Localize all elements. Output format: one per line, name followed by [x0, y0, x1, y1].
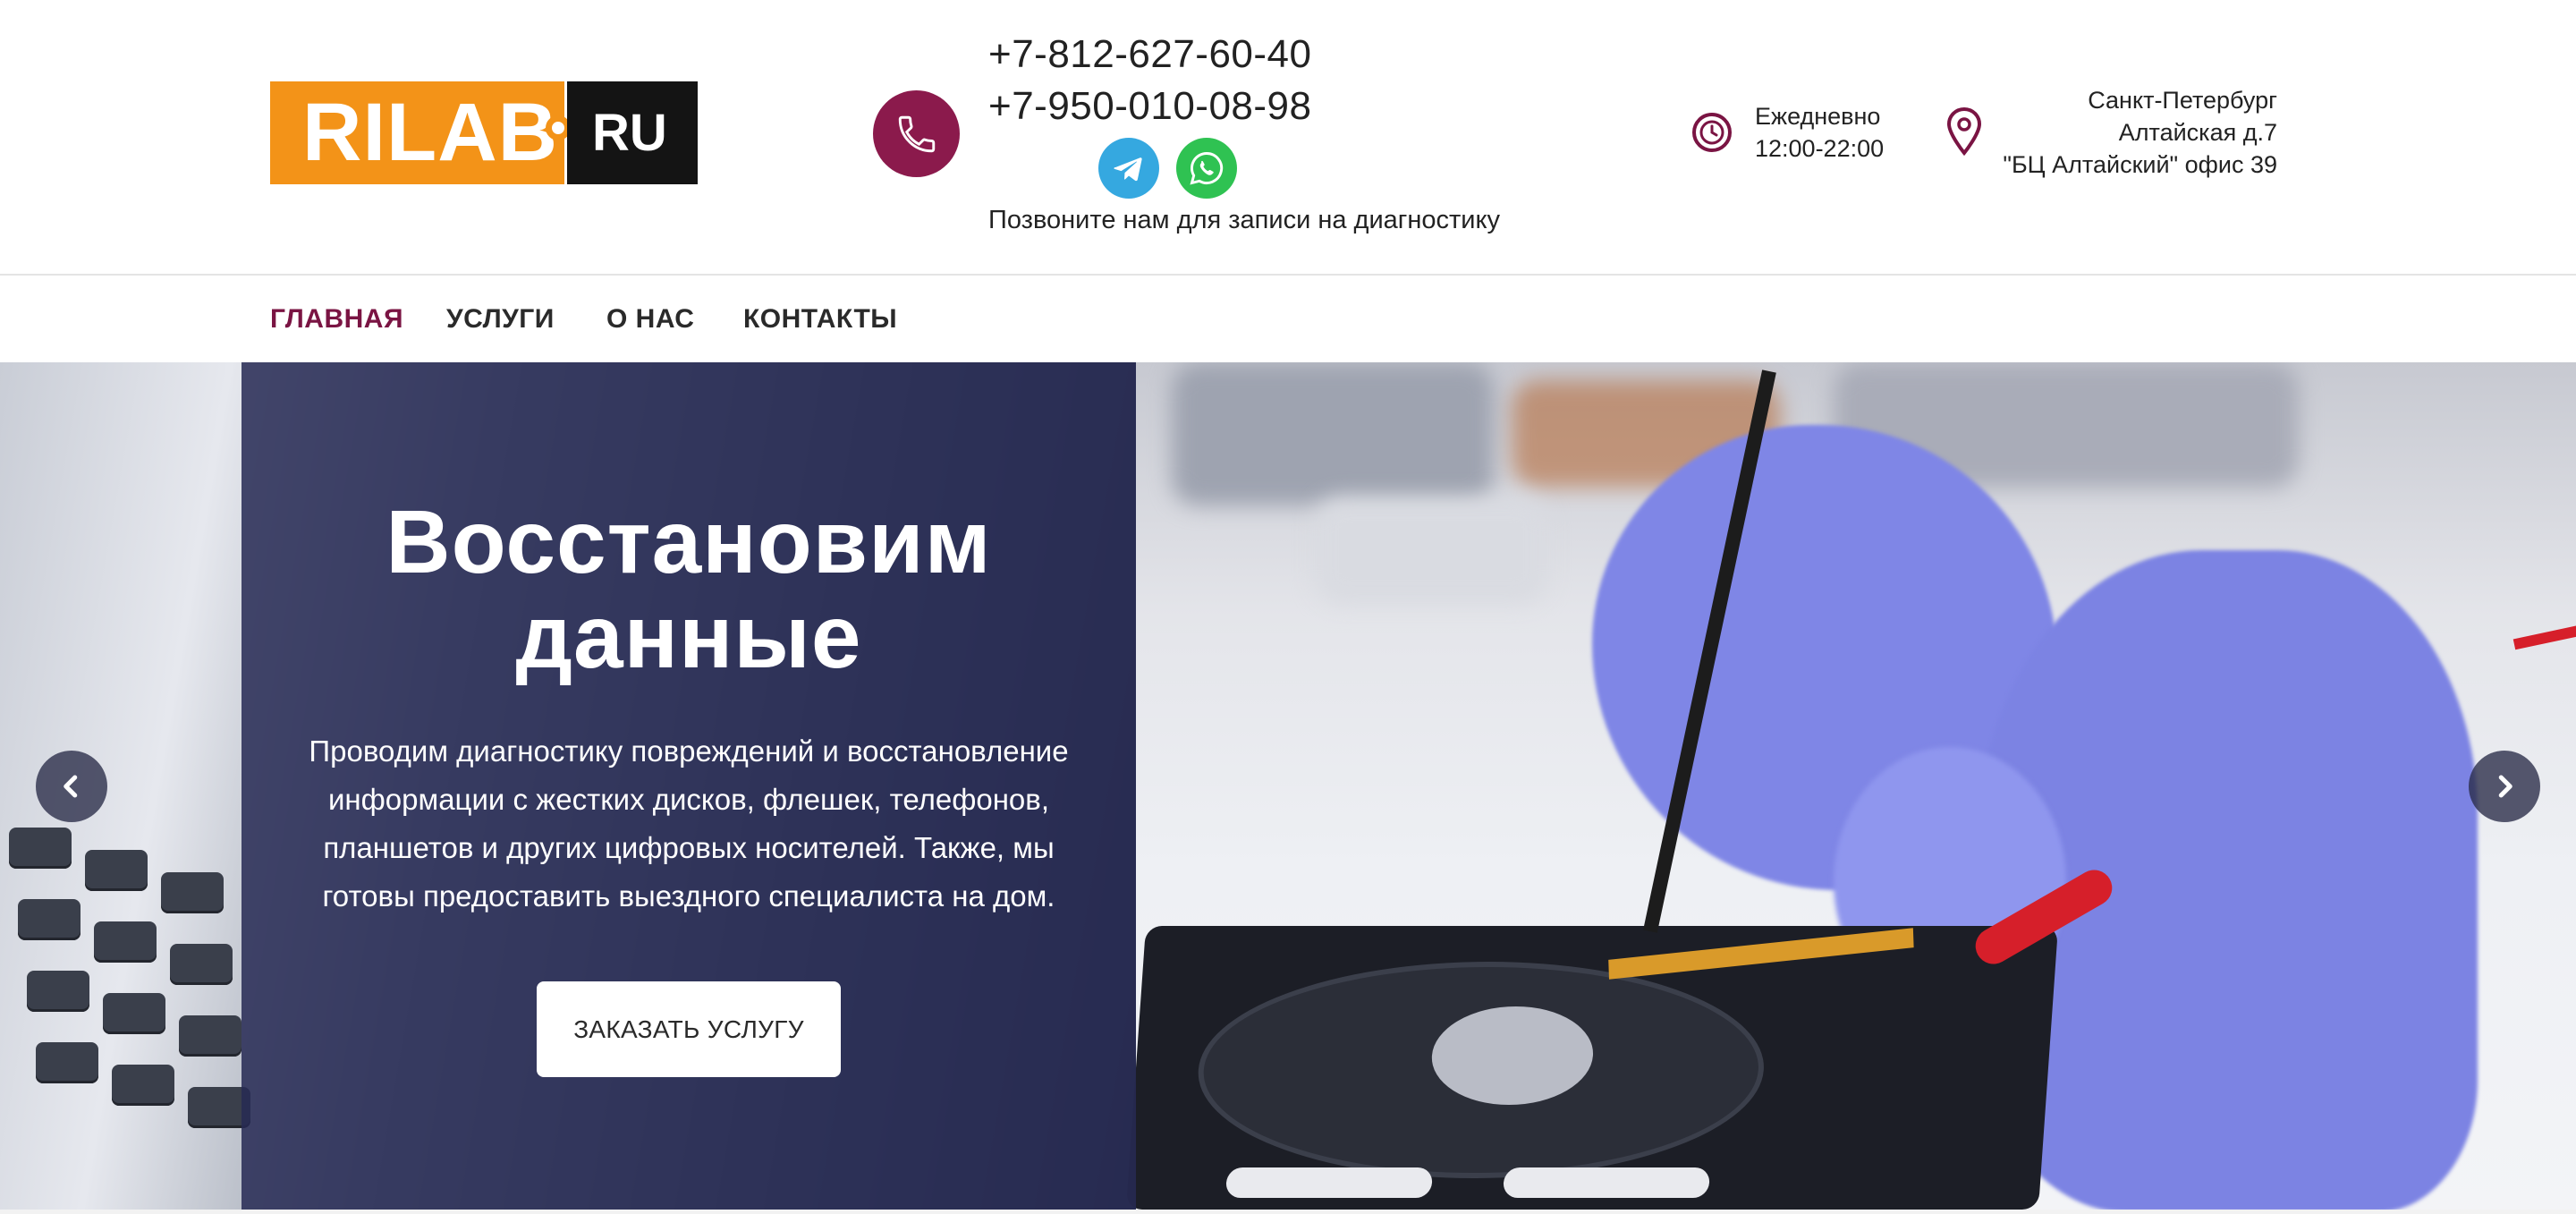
phone-link-1[interactable]: +7-812-627-60-40 [988, 31, 1311, 78]
hero-title-line-2: данные [515, 587, 862, 687]
whatsapp-glyph-icon [1190, 152, 1224, 185]
logo-suffix: RU [592, 104, 667, 162]
phone-icon[interactable] [873, 90, 960, 177]
call-note: Позвоните нам для записи на диагностику [988, 206, 1500, 234]
site-logo[interactable]: RILAB RU [270, 81, 698, 184]
chevron-left-icon [64, 775, 78, 798]
slider-prev-button[interactable] [36, 751, 107, 822]
hero-slider: Восстановим данные Проводим диагностику … [0, 362, 2576, 1210]
chevron-right-icon [2498, 775, 2512, 798]
site-header: RILAB RU +7-812-627-60-40 +7-950-010-08-… [0, 0, 2576, 276]
nav-item-about[interactable]: О НАС [606, 276, 694, 362]
hours-value: 12:00-22:00 [1755, 135, 1885, 162]
logo-dark-block: RU [567, 81, 698, 184]
nav-item-home[interactable]: ГЛАВНАЯ [270, 276, 403, 362]
nav-item-contacts[interactable]: КОНТАКТЫ [743, 276, 897, 362]
main-nav: ГЛАВНАЯ УСЛУГИ О НАС КОНТАКТЫ [0, 276, 2576, 362]
telegram-plane-icon [1114, 157, 1142, 182]
logo-word: RILAB [302, 87, 559, 178]
phone-glyph-icon [898, 115, 935, 152]
address-office: "БЦ Алтайский" офис 39 [2003, 151, 2277, 178]
hero-repair-photo [1125, 362, 2576, 1210]
hero-bottom-edge [0, 1210, 2576, 1214]
hero-description: Проводим диагностику повреждений и восст… [309, 734, 1069, 913]
logo-orange-block: RILAB [270, 81, 571, 184]
whatsapp-icon[interactable] [1176, 138, 1237, 199]
hero-overlay-panel: Восстановим данные Проводим диагностику … [242, 362, 1136, 1210]
location-pin-icon [1946, 106, 1982, 157]
telegram-icon[interactable] [1098, 138, 1159, 199]
hero-title: Восстановим данные [242, 495, 1136, 684]
nav-item-services[interactable]: УСЛУГИ [446, 276, 555, 362]
hours-label: Ежедневно [1755, 103, 1881, 130]
clock-icon [1692, 113, 1732, 152]
slider-next-button[interactable] [2469, 751, 2540, 822]
hero-title-line-1: Восстановим [386, 492, 992, 592]
address-street: Алтайская д.7 [2118, 119, 2277, 146]
order-service-button[interactable]: ЗАКАЗАТЬ УСЛУГУ [537, 981, 841, 1077]
address-city: Санкт-Петербург [2088, 87, 2277, 114]
phone-link-2[interactable]: +7-950-010-08-98 [988, 83, 1311, 130]
hard-drive-image [1125, 926, 2059, 1210]
